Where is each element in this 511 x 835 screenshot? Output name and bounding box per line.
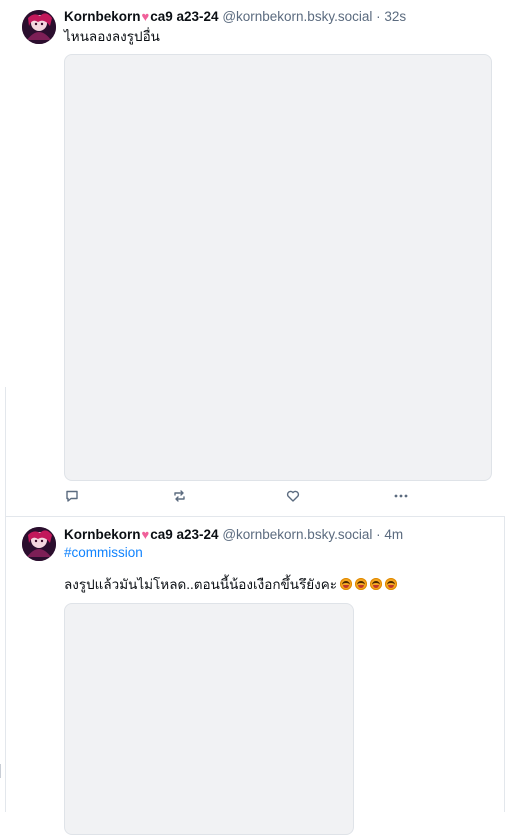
- repost-button[interactable]: [170, 487, 188, 505]
- repost-icon: [173, 490, 185, 502]
- avatar-image-icon: [22, 527, 56, 561]
- post-time[interactable]: 32s: [384, 9, 406, 24]
- reply-button[interactable]: [63, 487, 81, 505]
- scroll-edge-marker: [0, 764, 1, 778]
- display-name[interactable]: Kornbekorn: [64, 527, 141, 542]
- heart-icon: ♥: [141, 527, 150, 542]
- post-time[interactable]: 4m: [384, 527, 403, 542]
- post-actions: [64, 487, 490, 505]
- hashtag-link[interactable]: #commission: [64, 544, 143, 562]
- post-text: ไหนลองลงรูปอื่น: [64, 29, 160, 44]
- display-name-suffix[interactable]: ca9 a23-24: [150, 527, 218, 542]
- post-header: Kornbekorn♥ca9 a23-24 @kornbekorn.bsky.s…: [64, 8, 406, 26]
- speech-bubble-icon: [66, 490, 78, 502]
- right-border-line: [504, 516, 505, 812]
- user-handle[interactable]: @kornbekorn.bsky.social: [222, 9, 372, 24]
- crying-face-emoji-icon: [385, 578, 397, 590]
- heart-outline-icon: [286, 490, 300, 502]
- post-header: Kornbekorn♥ca9 a23-24 @kornbekorn.bsky.s…: [64, 526, 403, 544]
- like-button[interactable]: [284, 487, 302, 505]
- separator-dot: ·: [376, 527, 381, 542]
- post-item[interactable]: Kornbekorn♥ca9 a23-24 @kornbekorn.bsky.s…: [6, 0, 504, 517]
- user-handle[interactable]: @kornbekorn.bsky.social: [222, 527, 372, 542]
- media-placeholder[interactable]: [64, 603, 354, 835]
- crying-face-emoji-icon: [340, 578, 352, 590]
- separator-dot: ·: [376, 9, 381, 24]
- display-name-suffix[interactable]: ca9 a23-24: [150, 9, 218, 24]
- more-options-button[interactable]: [392, 487, 410, 505]
- heart-icon: ♥: [141, 9, 150, 24]
- avatar[interactable]: [22, 527, 56, 561]
- crying-face-emoji-icon: [355, 578, 367, 590]
- avatar-image-icon: [22, 10, 56, 44]
- post-text: ลงรูปแล้วมันไม่โหลด..ตอนนี้น้องเงือกขึ้น…: [64, 577, 337, 592]
- avatar[interactable]: [22, 10, 56, 44]
- post-text-line: ลงรูปแล้วมันไม่โหลด..ตอนนี้น้องเงือกขึ้น…: [64, 576, 397, 594]
- display-name[interactable]: Kornbekorn: [64, 9, 141, 24]
- more-dots-icon: [394, 494, 408, 498]
- media-placeholder[interactable]: [64, 54, 492, 481]
- crying-face-emoji-icon: [370, 578, 382, 590]
- post-item[interactable]: Kornbekorn♥ca9 a23-24 @kornbekorn.bsky.s…: [6, 517, 504, 835]
